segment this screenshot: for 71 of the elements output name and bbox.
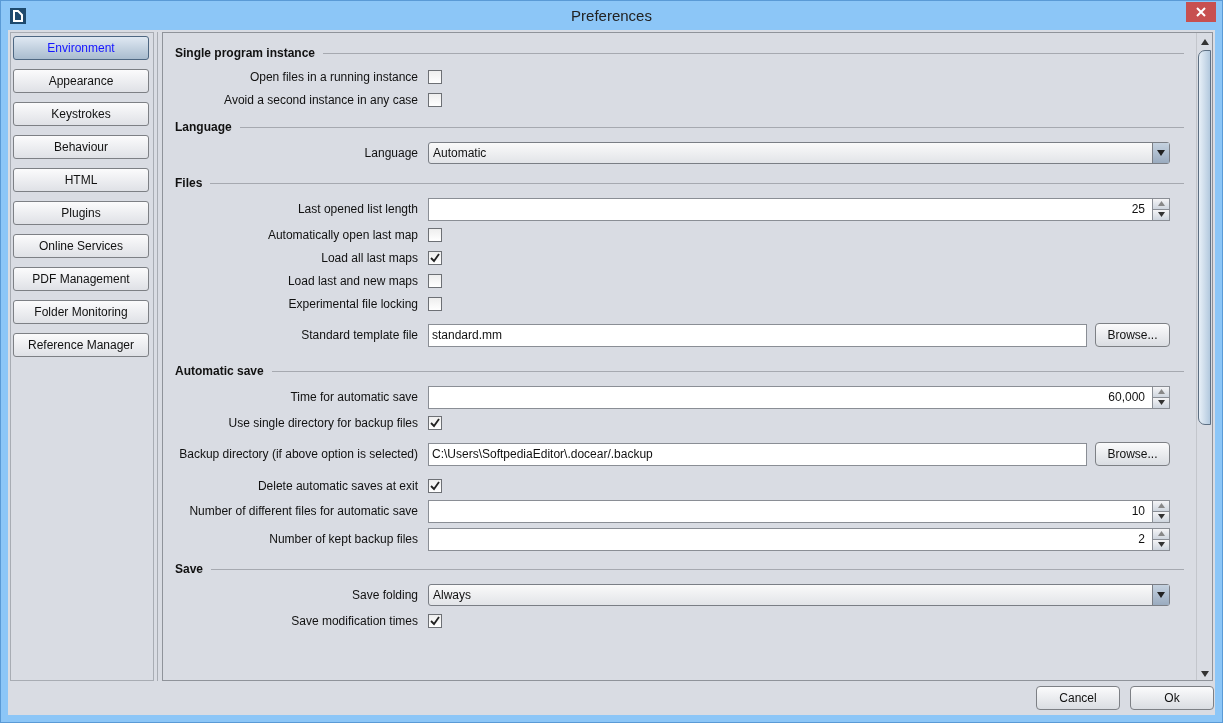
category-button[interactable]: Appearance xyxy=(13,69,149,93)
setting-label: Use single directory for backup files xyxy=(227,415,418,430)
dialog-button[interactable]: Ok xyxy=(1130,686,1214,710)
category-button[interactable]: PDF Management xyxy=(13,267,149,291)
number-spinner[interactable]: 10 xyxy=(428,499,1170,523)
section-title: Automatic save xyxy=(175,364,264,378)
category-button[interactable]: Plugins xyxy=(13,201,149,225)
number-spinner[interactable]: 25 xyxy=(428,197,1170,221)
checkbox[interactable] xyxy=(428,478,442,493)
setting-label: Save modification times xyxy=(290,613,418,628)
down-arrow-icon xyxy=(1157,212,1165,217)
section-title: Save xyxy=(175,562,204,576)
category-button[interactable]: Environment xyxy=(13,36,149,60)
up-arrow-icon xyxy=(1157,201,1165,206)
checkbox[interactable] xyxy=(428,92,442,107)
checkbox[interactable] xyxy=(428,415,442,430)
browse-button[interactable]: Browse... xyxy=(1095,323,1170,347)
up-arrow-icon xyxy=(1157,503,1165,508)
checkbox[interactable] xyxy=(428,227,442,242)
setting-label: Save folding xyxy=(350,588,418,602)
section-title: Language xyxy=(175,120,232,134)
setting-label: Number of different files for automatic save xyxy=(188,504,418,518)
up-arrow-icon xyxy=(1157,389,1165,394)
app-icon xyxy=(10,7,26,24)
scrollbar[interactable] xyxy=(1196,33,1212,680)
close-icon xyxy=(1196,6,1206,17)
setting-label: Load last and new maps xyxy=(286,273,418,288)
scroll-down-icon[interactable] xyxy=(1200,671,1209,677)
setting-label: Number of kept backup files xyxy=(268,532,418,546)
checkbox[interactable] xyxy=(428,250,442,265)
setting-label: Backup directory (if above option is selected) xyxy=(178,447,418,461)
setting-label: Open files in a running instance xyxy=(248,69,418,84)
path-field[interactable]: standard.mm xyxy=(428,323,1087,347)
down-arrow-icon xyxy=(1157,514,1165,519)
checkbox[interactable] xyxy=(428,273,442,288)
dropdown-arrow-icon xyxy=(1157,592,1165,598)
number-spinner[interactable]: 60,000 xyxy=(428,385,1170,409)
dialog-button[interactable]: Cancel xyxy=(1036,686,1120,710)
section-title: Single program instance xyxy=(175,46,316,60)
category-button[interactable]: Folder Monitoring xyxy=(13,300,149,324)
checkbox[interactable] xyxy=(428,69,442,84)
category-button[interactable]: Online Services xyxy=(13,234,149,258)
path-field[interactable]: C:\Users\SoftpediaEditor\.docear/.backup xyxy=(428,442,1087,466)
category-button[interactable]: Keystrokes xyxy=(13,102,149,126)
setting-label: Standard template file xyxy=(300,328,418,342)
up-arrow-icon xyxy=(1157,531,1165,536)
close-button[interactable] xyxy=(1186,1,1216,22)
category-button[interactable]: HTML xyxy=(13,168,149,192)
setting-label: Load all last maps xyxy=(320,250,418,265)
checkbox[interactable] xyxy=(428,613,442,628)
down-arrow-icon xyxy=(1157,400,1165,405)
setting-label: Time for automatic save xyxy=(289,390,418,404)
setting-label: Experimental file locking xyxy=(287,296,418,311)
setting-label: Automatically open last map xyxy=(266,227,418,242)
number-spinner[interactable]: 2 xyxy=(428,527,1170,551)
scroll-up-icon[interactable] xyxy=(1200,39,1209,45)
setting-label: Language xyxy=(363,146,418,160)
setting-label: Delete automatic saves at exit xyxy=(256,478,418,493)
down-arrow-icon xyxy=(1157,542,1165,547)
dropdown-arrow-icon xyxy=(1157,150,1165,156)
browse-button[interactable]: Browse... xyxy=(1095,442,1170,466)
section-title: Files xyxy=(175,176,203,190)
dropdown[interactable]: Always xyxy=(428,584,1170,606)
dropdown[interactable]: Automatic xyxy=(428,142,1170,164)
window-title: Preferences xyxy=(571,7,652,24)
scrollbar-thumb[interactable] xyxy=(1198,50,1211,425)
checkbox[interactable] xyxy=(428,296,442,311)
category-button[interactable]: Reference Manager xyxy=(13,333,149,357)
setting-label: Avoid a second instance in any case xyxy=(223,92,418,107)
setting-label: Last opened list length xyxy=(296,202,418,216)
category-button[interactable]: Behaviour xyxy=(13,135,149,159)
